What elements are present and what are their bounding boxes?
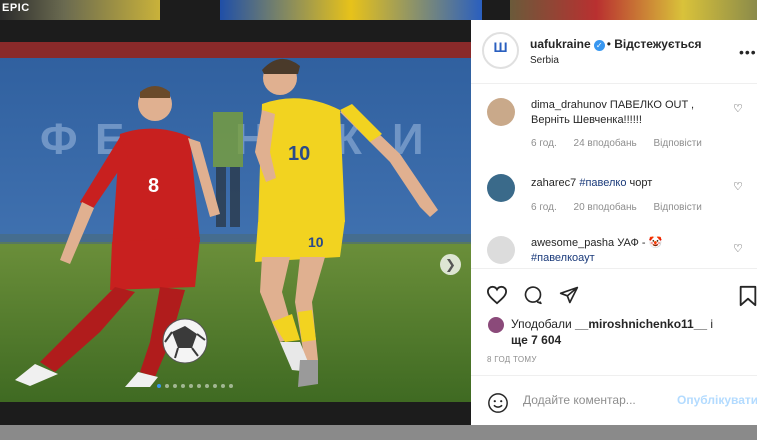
comment-like-heart-icon[interactable]: ♡ (733, 102, 743, 115)
football-photo-illustration: Ф Е Н К И 8 10 10 (0, 42, 471, 402)
comment-like-heart-icon[interactable]: ♡ (733, 242, 743, 255)
carousel-dot (221, 384, 225, 388)
carousel-dot (205, 384, 209, 388)
reply-button[interactable]: Відповісти (653, 202, 701, 213)
liker-username[interactable]: __miroshnichenko11__ (575, 317, 707, 331)
hashtag-link[interactable]: #павелкоаут (531, 252, 595, 264)
reply-button[interactable]: Відповісти (653, 138, 701, 149)
commenter-avatar[interactable] (487, 174, 515, 202)
chevron-right-icon: ❯ (445, 257, 456, 272)
next-slide-button[interactable]: ❯ (440, 254, 461, 275)
verified-badge-icon: ✓ (593, 40, 605, 51)
post-photo[interactable]: Ф Е Н К И 8 10 10 ❯ (0, 42, 471, 402)
commenter-avatar[interactable] (487, 98, 515, 126)
carousel-dot (229, 384, 233, 388)
comment-text: zaharec7 #павелко чорт (531, 176, 731, 191)
thumbnail-right[interactable] (510, 0, 757, 20)
svg-text:Ф: Ф (40, 115, 78, 164)
post-actions: Уподобали __miroshnichenko11__ і ще 7 60… (471, 268, 757, 425)
bottom-bar (0, 425, 757, 440)
share-icon[interactable] (558, 285, 580, 305)
emoji-icon[interactable] (487, 392, 509, 414)
svg-text:10: 10 (288, 143, 310, 165)
comment-time[interactable]: 6 год. (531, 202, 557, 213)
screen: EPIC Ф Е Н К И 8 10 10 ❯ Ш uafukraine ✓ … (0, 0, 757, 440)
likes-summary: Уподобали __miroshnichenko11__ і ще 7 60… (511, 316, 721, 348)
comment-text: dima_drahunov ПАВЕЛКО OUT , Верніть Шевч… (531, 98, 731, 128)
thumbnail-center[interactable] (220, 0, 482, 20)
svg-text:10: 10 (308, 234, 324, 250)
bookmark-icon[interactable] (738, 285, 757, 307)
comment-like-heart-icon[interactable]: ♡ (733, 180, 743, 193)
comment-meta: 6 год. 24 вподобань Відповісти (531, 138, 716, 149)
username-link[interactable]: uafukraine (530, 37, 591, 51)
background-thumbnails: EPIC (0, 0, 757, 20)
username-row: uafukraine ✓ • Відстежується (530, 37, 702, 51)
post-side-panel: Ш uafukraine ✓ • Відстежується Serbia ••• … (471, 20, 757, 425)
carousel-dot (197, 384, 201, 388)
publish-comment-button[interactable]: Опублікувати (677, 393, 757, 407)
commenter-avatar[interactable] (487, 236, 515, 264)
comment-body: УАФ - 🤡 (617, 237, 663, 249)
comment-meta: 6 год. 20 вподобань Відповісти (531, 202, 716, 213)
post-timestamp[interactable]: 8 ГОД ТОМУ (487, 355, 537, 364)
more-options-button[interactable]: ••• (739, 44, 757, 60)
likes-connector: і (710, 317, 714, 331)
likes-prefix: Уподобали (511, 317, 572, 331)
comment-input[interactable]: Додайте коментар... (523, 393, 636, 407)
comment-likes[interactable]: 24 вподобань (574, 138, 637, 149)
carousel-dot (173, 384, 177, 388)
comment-icon[interactable] (522, 285, 544, 305)
carousel-indicator (157, 384, 233, 389)
hashtag-link[interactable]: #павелко (579, 177, 626, 189)
comment-username[interactable]: awesome_pasha (531, 237, 614, 249)
comment-likes[interactable]: 20 вподобань (574, 202, 637, 213)
comments-list: dima_drahunov ПАВЕЛКО OUT , Верніть Шевч… (471, 84, 757, 268)
comment-text: awesome_pasha УАФ - 🤡 #павелкоаут (531, 236, 731, 266)
comment-form: Додайте коментар... Опублікувати (471, 375, 757, 425)
follow-status-button[interactable]: Відстежується (614, 37, 701, 51)
thumbnail-left[interactable]: EPIC (0, 0, 160, 20)
comment-username[interactable]: zaharec7 (531, 177, 576, 189)
thumbnail-text: EPIC (2, 2, 30, 14)
carousel-dot (189, 384, 193, 388)
comment-body: чорт (629, 177, 653, 189)
uaf-logo-icon: Ш (487, 37, 514, 64)
location-link[interactable]: Serbia (530, 55, 559, 66)
liker-avatar[interactable] (488, 317, 504, 333)
carousel-dot (213, 384, 217, 388)
comment-username[interactable]: dima_drahunov (531, 99, 607, 111)
comment-time[interactable]: 6 год. (531, 138, 557, 149)
separator-dot: • (606, 37, 611, 51)
more-icon: ••• (739, 44, 757, 60)
like-heart-icon[interactable] (486, 285, 508, 305)
carousel-dot-active (157, 384, 161, 388)
svg-text:8: 8 (148, 175, 159, 197)
carousel-dot (181, 384, 185, 388)
avatar[interactable]: Ш (482, 32, 519, 69)
carousel-dot (165, 384, 169, 388)
post-header: Ш uafukraine ✓ • Відстежується Serbia ••• (471, 20, 757, 84)
likes-count-link[interactable]: ще 7 604 (511, 333, 561, 347)
